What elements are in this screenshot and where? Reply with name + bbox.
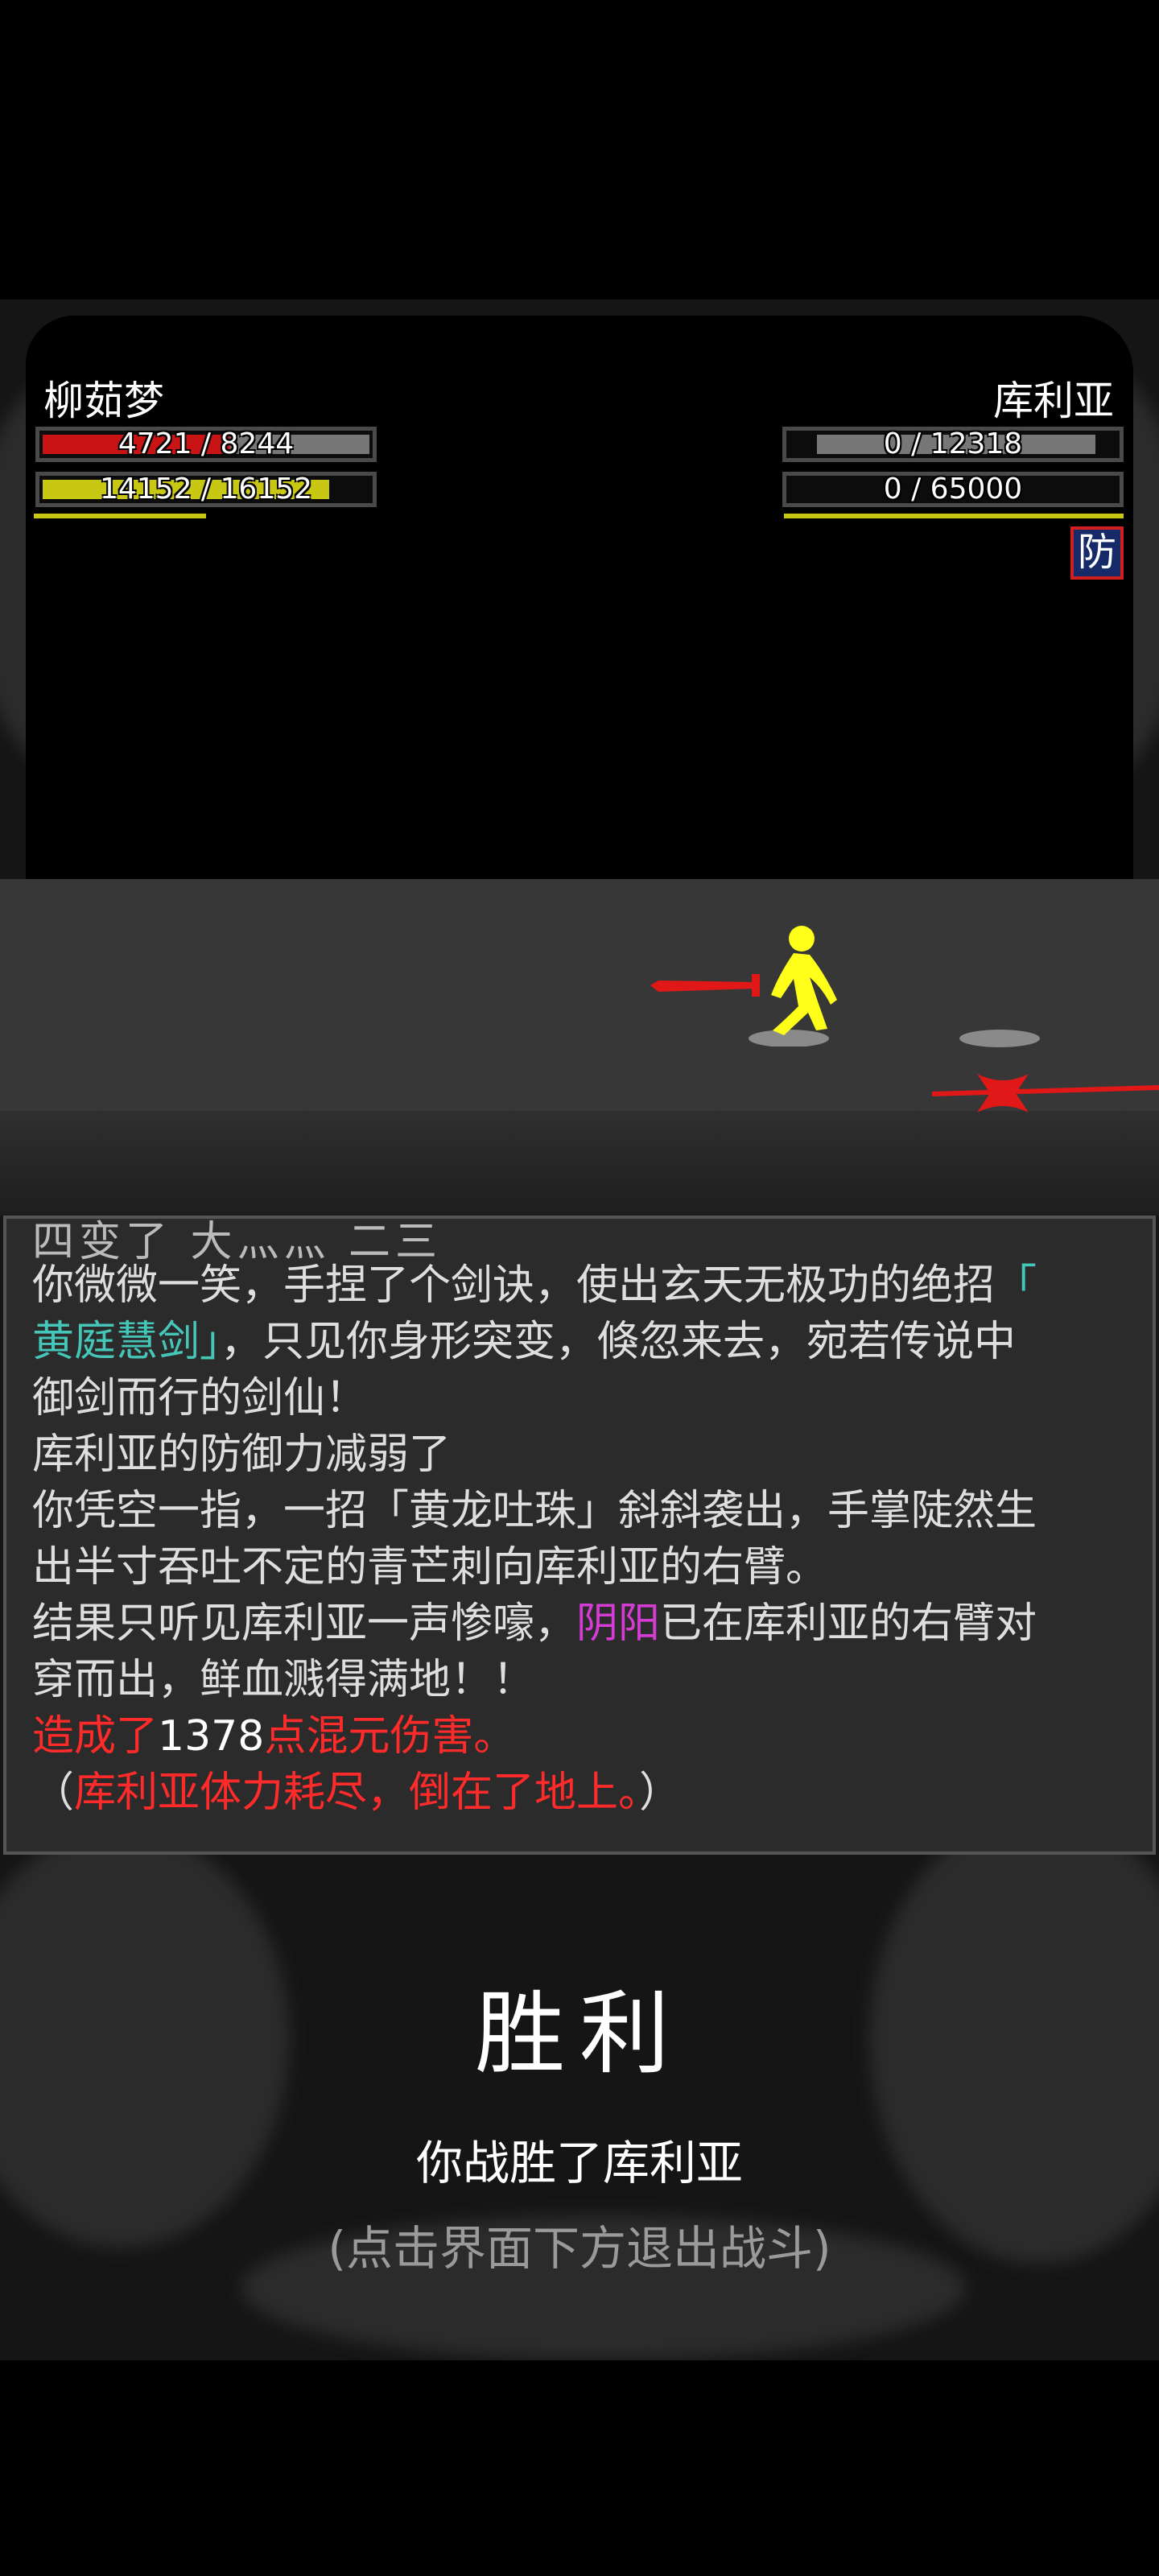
log-line: 御剑而行的剑仙！ <box>32 1374 368 1422</box>
enemy-shadow <box>959 1030 1040 1047</box>
log-line-damage: 造成了1378点混元伤害。 <box>32 1712 516 1761</box>
sword-guard <box>752 974 760 997</box>
log-line: 结果只听见库利亚一声惨嚎，阴阳已在库利亚的右臂对 <box>32 1600 1037 1648</box>
spear-icon <box>932 1085 1159 1096</box>
ground-edge <box>0 1111 1159 1216</box>
player-mp-bar: 14152 / 16152 <box>35 472 377 507</box>
battle-log-text: 你微微一笑，手捏了个剑诀，使出玄天无极功的绝招「 黄庭慧剑」，只见你身形突变，倏… <box>32 1257 1135 1821</box>
sword-icon <box>650 980 757 992</box>
player-name: 柳茹梦 <box>43 378 164 424</box>
player-hp-bar: 4721 / 8244 <box>35 427 377 462</box>
enemy-name: 库利亚 <box>993 378 1114 424</box>
defense-status-icon: 防 <box>1070 526 1124 580</box>
log-line-defeat: （库利亚体力耗尽，倒在了地上。） <box>32 1769 682 1817</box>
log-line: 你微微一笑，手捏了个剑诀，使出玄天无极功的绝招「 <box>32 1261 1037 1310</box>
player-energy-line <box>34 514 206 518</box>
player-mp-text: 14152 / 16152 <box>99 473 313 506</box>
enemy-mp-bar: 0 / 65000 <box>782 472 1124 507</box>
enemy-energy-line <box>784 514 1124 518</box>
victory-description: 你战胜了库利亚 <box>415 2136 743 2190</box>
log-line: 出半寸吞吐不定的青芒刺向库利亚的右臂。 <box>32 1543 828 1591</box>
enemy-hp-bar: 0 / 12318 <box>782 427 1124 462</box>
log-line: 库利亚的防御力减弱了 <box>32 1430 452 1479</box>
battle-sky <box>26 316 1133 911</box>
player-shadow <box>749 1030 829 1046</box>
enemy-hp-text: 0 / 12318 <box>883 427 1023 460</box>
enemy-character <box>932 1030 1159 1113</box>
enemy-mp-text: 0 / 65000 <box>883 473 1023 506</box>
log-line: 黄庭慧剑」，只见你身形突变，倏忽来去，宛若传说中 <box>32 1318 1017 1366</box>
log-line: 穿而出，鲜血溅得满地！！ <box>32 1656 535 1704</box>
player-character <box>650 926 837 1046</box>
player-hp-text: 4721 / 8244 <box>118 427 295 460</box>
battle-log-panel[interactable]: 四变了 大灬灬 二三 你微微一笑，手捏了个剑诀，使出玄天无极功的绝招「 黄庭慧剑… <box>3 1216 1156 1855</box>
log-line: 你凭空一指，一招「黄龙吐珠」斜斜袭出，手掌陡然生 <box>32 1487 1037 1535</box>
exit-battle-hint[interactable]: (点击界面下方退出战斗) <box>0 2211 1159 2278</box>
victory-title: 胜利 <box>475 1982 684 2087</box>
